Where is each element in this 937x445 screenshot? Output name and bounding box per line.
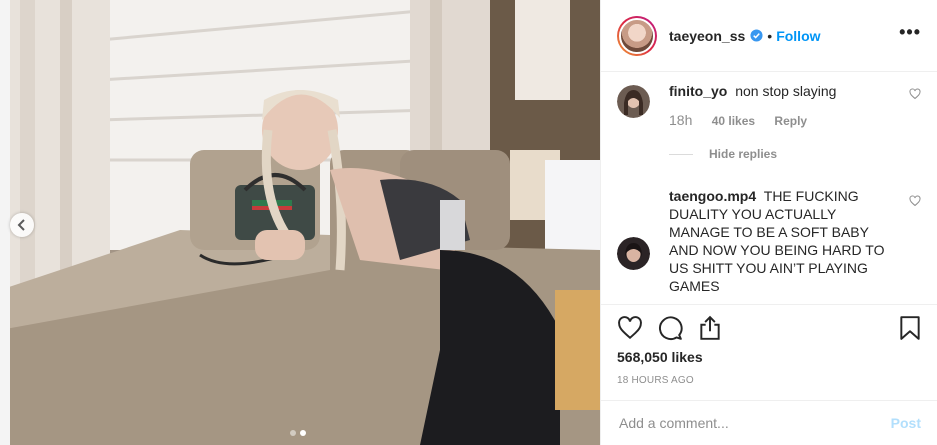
author-username[interactable]: taeyeon_ss — [669, 28, 745, 44]
add-comment-bar: Post — [601, 400, 937, 445]
carousel-dot — [290, 430, 296, 436]
comment-text: non stop slaying — [735, 83, 837, 99]
comment-bubble-icon[interactable] — [657, 315, 683, 341]
comment-like-heart-icon[interactable] — [909, 88, 921, 100]
carousel-indicator — [290, 430, 306, 436]
comment-username[interactable]: finito_yo — [669, 83, 727, 99]
replies-divider — [669, 153, 693, 155]
post-comment-button[interactable]: Post — [891, 415, 921, 431]
commenter-avatar[interactable] — [617, 237, 650, 270]
comment-text-block: finito_yo non stop slaying — [669, 82, 893, 100]
commenter-avatar[interactable] — [617, 85, 650, 118]
photo-scene — [0, 0, 600, 445]
follow-button[interactable]: Follow — [776, 28, 820, 44]
chevron-left-icon — [17, 219, 25, 231]
post-actions: 568,050 likes 18 HOURS AGO — [601, 304, 937, 405]
hide-replies-label: Hide replies — [709, 147, 778, 161]
post-side-panel: taeyeon_ss • Follow ••• finito_yo non st… — [600, 0, 937, 445]
carousel-dot-active — [300, 430, 306, 436]
comment-like-heart-icon[interactable] — [909, 195, 921, 207]
comment-text-block: taengoo.mp4 THE FUCKING DUALITY YOU ACTU… — [669, 187, 893, 295]
verified-badge-icon — [750, 29, 763, 42]
comments-list[interactable]: finito_yo non stop slaying 18h 40 likes … — [601, 72, 937, 304]
photo-left-edge — [0, 0, 10, 445]
avatar-image — [619, 17, 655, 54]
post-header: taeyeon_ss • Follow ••• — [601, 0, 937, 72]
share-icon[interactable] — [697, 315, 723, 341]
comment-username[interactable]: taengoo.mp4 — [669, 188, 756, 204]
post-timestamp[interactable]: 18 HOURS AGO — [617, 375, 694, 386]
heart-icon[interactable] — [617, 315, 643, 341]
carousel-prev-button[interactable] — [10, 213, 34, 237]
comment-likes[interactable]: 40 likes — [712, 114, 755, 128]
avatar[interactable] — [617, 15, 657, 56]
comment-input[interactable] — [617, 414, 891, 432]
comment-meta: 18h 40 likes Reply — [669, 112, 823, 128]
post-photo[interactable] — [0, 0, 600, 445]
bookmark-icon[interactable] — [897, 315, 923, 341]
comment-age: 18h — [669, 112, 693, 128]
header-separator: • — [767, 27, 773, 44]
hide-replies-button[interactable]: Hide replies — [669, 147, 777, 161]
reply-button[interactable]: Reply — [774, 114, 807, 128]
more-options-icon[interactable]: ••• — [899, 23, 921, 41]
comment-item: finito_yo non stop slaying 18h 40 likes … — [617, 82, 921, 182]
likes-count[interactable]: 568,050 likes — [617, 349, 703, 365]
comment-item: taengoo.mp4 THE FUCKING DUALITY YOU ACTU… — [617, 187, 921, 302]
